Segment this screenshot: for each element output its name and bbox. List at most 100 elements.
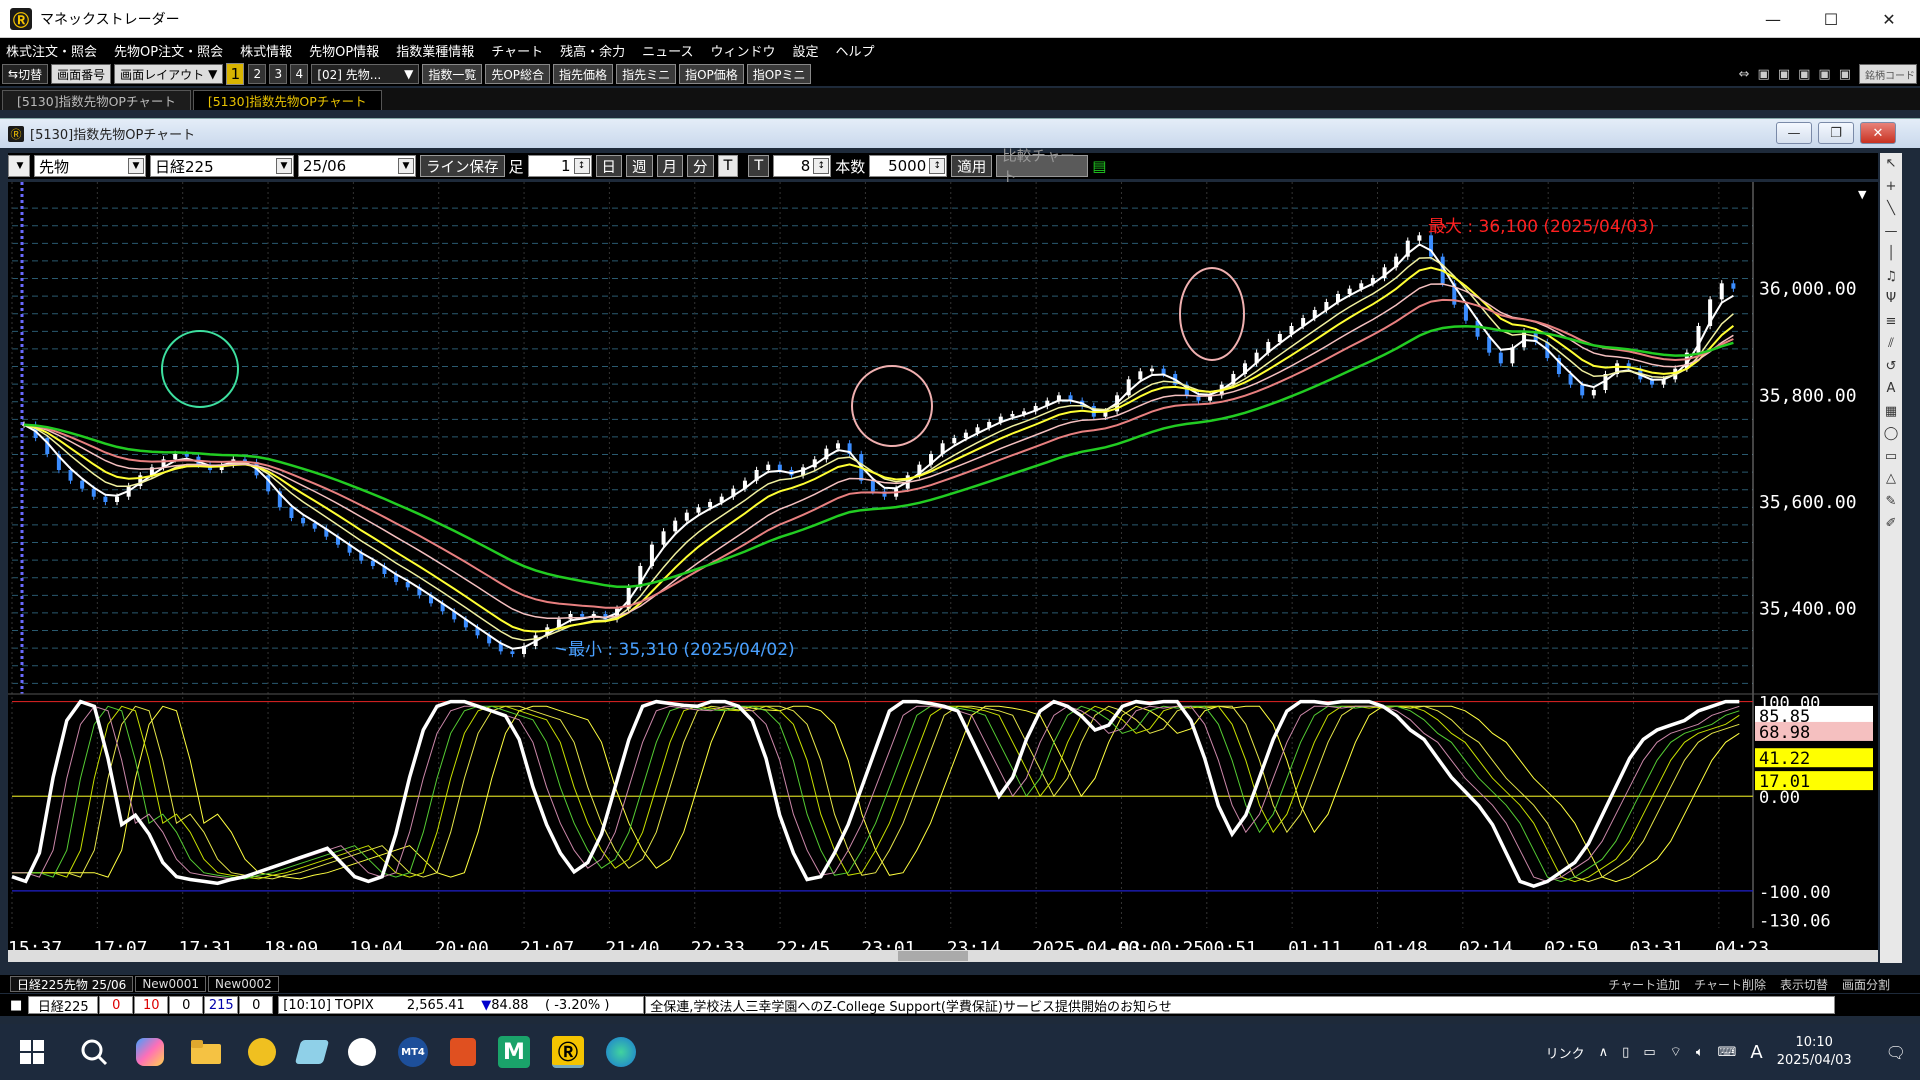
chart-area[interactable]: 36,000.00 35,800.00 35,600.00 35,400.00 最大 :… — [8, 182, 1878, 962]
type-select[interactable]: 先物 ▼ — [34, 155, 146, 177]
compare-chart-button[interactable]: 比較チャート — [996, 149, 1089, 186]
month-select[interactable]: 25/06 ▼ — [298, 155, 416, 177]
clock[interactable]: 10:10 2025/04/03 — [1777, 1034, 1866, 1070]
line-save-button[interactable]: ライン保存 — [420, 155, 505, 177]
menu-futures-info[interactable]: 先物OP情報 — [309, 41, 379, 60]
ticker-news[interactable]: 全保連,学校法人三幸学園へのZ-College Support(学費保証)サービ… — [645, 996, 1836, 1015]
copilot-icon[interactable] — [136, 1038, 164, 1066]
menu-help[interactable]: ヘルプ — [835, 41, 874, 60]
layout-dropdown[interactable]: 画面レイアウト ▼ — [114, 64, 224, 84]
cycle-icon[interactable]: ↺ — [1886, 356, 1897, 379]
app-icon-1[interactable] — [248, 1038, 276, 1066]
links-label[interactable]: リンク — [1546, 1043, 1585, 1062]
index-futures-mini-button[interactable]: 指先ミニ — [616, 64, 677, 84]
wifi-icon[interactable]: ⌔ — [1670, 1044, 1682, 1060]
window-icon[interactable]: ▣ — [1758, 67, 1770, 82]
period-week-button[interactable]: 週 — [626, 155, 653, 177]
phone-icon[interactable]: ▯ — [1622, 1045, 1629, 1060]
folder-icon[interactable] — [186, 1032, 226, 1072]
app-icon-m[interactable]: M — [498, 1036, 530, 1068]
fork-icon[interactable]: Ψ — [1886, 288, 1896, 311]
window-icon-2[interactable]: ▣ — [1778, 67, 1790, 82]
tab-chart-2[interactable]: [5130]指数先物OPチャート — [192, 90, 382, 110]
close-button[interactable]: ✕ — [1860, 0, 1918, 38]
apply-button[interactable]: 適用 — [951, 155, 993, 177]
period-month-button[interactable]: 月 — [656, 155, 684, 177]
add-chart-link[interactable]: チャート追加 — [1608, 976, 1680, 993]
index-futures-price-button[interactable]: 指先価格 — [553, 64, 614, 84]
index-list-button[interactable]: 指数一覧 — [422, 64, 483, 84]
menu-chart[interactable]: チャート — [491, 41, 543, 60]
menu-window[interactable]: ウィンドウ — [710, 41, 775, 60]
futures-op-summary-button[interactable]: 先OP総合 — [485, 64, 551, 84]
menu-news[interactable]: ニュース — [642, 41, 693, 60]
lock-icon[interactable]: ▣ — [1818, 67, 1830, 82]
window-icon-3[interactable]: ▣ — [1798, 67, 1810, 82]
menu-index-info[interactable]: 指数業種情報 — [396, 41, 474, 60]
display-switch-link[interactable]: 表示切替 — [1780, 976, 1828, 993]
period-day-button[interactable]: 日 — [595, 155, 623, 177]
foot-input[interactable]: 1 ↕ — [527, 155, 592, 177]
count-input[interactable]: 5000 ↕ — [869, 155, 948, 177]
chevron-up-icon[interactable]: ∧ — [1599, 1045, 1609, 1060]
search-icon[interactable] — [74, 1032, 114, 1072]
speaker-icon[interactable]: 🔈︎ — [1696, 1045, 1704, 1060]
edge-icon[interactable] — [606, 1037, 636, 1067]
save-icon[interactable]: ▣ — [1839, 67, 1851, 82]
tab-chart-1[interactable]: [5130]指数先物OPチャート — [2, 90, 191, 110]
channel-icon[interactable]: ⫽ — [1888, 333, 1894, 356]
page-4-button[interactable]: 4 — [290, 64, 309, 84]
mt4-icon[interactable]: MT4 — [398, 1037, 428, 1067]
index-select[interactable]: 日経225 ▼ — [150, 155, 294, 177]
split-screen-link[interactable]: 画面分割 — [1842, 976, 1890, 993]
bell-icon[interactable]: ♫ — [1885, 266, 1897, 289]
tab-nikkei-futures[interactable]: 日経225先物 25/06 — [10, 976, 134, 992]
ime-icon[interactable]: A — [1750, 1042, 1762, 1063]
tab-new0002[interactable]: New0002 — [208, 976, 279, 992]
menu-futures-order[interactable]: 先物OP注文・照会 — [114, 41, 223, 60]
pointer-icon[interactable]: ↖ — [1886, 153, 1897, 176]
trendline-icon[interactable]: ╲ — [1887, 198, 1895, 221]
hline-icon[interactable]: — — [1885, 221, 1898, 244]
page-2-button[interactable]: 2 — [248, 64, 267, 84]
subwindow-maximize-button[interactable]: ❐ — [1818, 122, 1854, 144]
screen-number-button[interactable]: 画面番号 — [51, 64, 112, 84]
vline-icon[interactable]: │ — [1887, 243, 1895, 266]
subwindow-minimize-button[interactable]: — — [1776, 122, 1812, 144]
monex-trader-icon[interactable]: Ⓡ — [552, 1036, 584, 1068]
period-minute-button[interactable]: 分 — [687, 155, 714, 177]
rect-icon[interactable]: ▭ — [1885, 446, 1897, 469]
period-tick-button[interactable]: T — [717, 155, 739, 177]
grid-icon[interactable]: ▦ — [1885, 401, 1897, 424]
menu-settings[interactable]: 設定 — [792, 41, 818, 60]
ellipse-icon[interactable]: ◯ — [1884, 423, 1899, 446]
tab-new0001[interactable]: New0001 — [135, 976, 207, 992]
preset-dropdown[interactable]: [02] 先物... ▼ — [311, 64, 420, 84]
index-op-mini-button[interactable]: 指OPミニ — [746, 64, 812, 84]
menu-dropdown[interactable]: ▼ — [8, 155, 30, 177]
fibo-icon[interactable]: ≡ — [1886, 311, 1897, 334]
delete-chart-link[interactable]: チャート削除 — [1694, 976, 1766, 993]
triangle-icon[interactable]: △ — [1886, 468, 1896, 491]
eraser-icon[interactable]: ✎ — [1886, 491, 1897, 514]
clock-app-icon[interactable] — [348, 1038, 376, 1066]
erase-all-icon[interactable]: ✐ — [1886, 513, 1897, 536]
menu-stock-order[interactable]: 株式注文・照会 — [6, 41, 97, 60]
keyboard-icon[interactable]: ⌨ — [1718, 1045, 1737, 1060]
crosshair-icon[interactable]: + — [1886, 176, 1897, 199]
bar-chart-icon[interactable]: ▤ — [1092, 157, 1106, 175]
text-icon[interactable]: A — [1887, 378, 1896, 401]
minimize-button[interactable]: — — [1744, 0, 1802, 38]
battery-icon[interactable]: ▭ — [1643, 1045, 1655, 1060]
stock-code-input[interactable]: 銘柄コード — [1859, 64, 1917, 84]
windows-start-icon[interactable] — [12, 1032, 52, 1072]
app-icon-3[interactable] — [450, 1038, 476, 1066]
checkbox-icon[interactable]: ■ — [10, 998, 22, 1013]
tick-input[interactable]: 8 ↕ — [773, 155, 832, 177]
page-1-button[interactable]: 1 — [226, 63, 245, 85]
notification-icon[interactable]: 🗨︎ — [1886, 1043, 1906, 1062]
arrange-icon[interactable]: ⇔ — [1739, 67, 1750, 82]
menu-stock-info[interactable]: 株式情報 — [240, 41, 292, 60]
menu-balance[interactable]: 残高・余力 — [560, 41, 625, 60]
app-icon-2[interactable] — [294, 1040, 330, 1064]
